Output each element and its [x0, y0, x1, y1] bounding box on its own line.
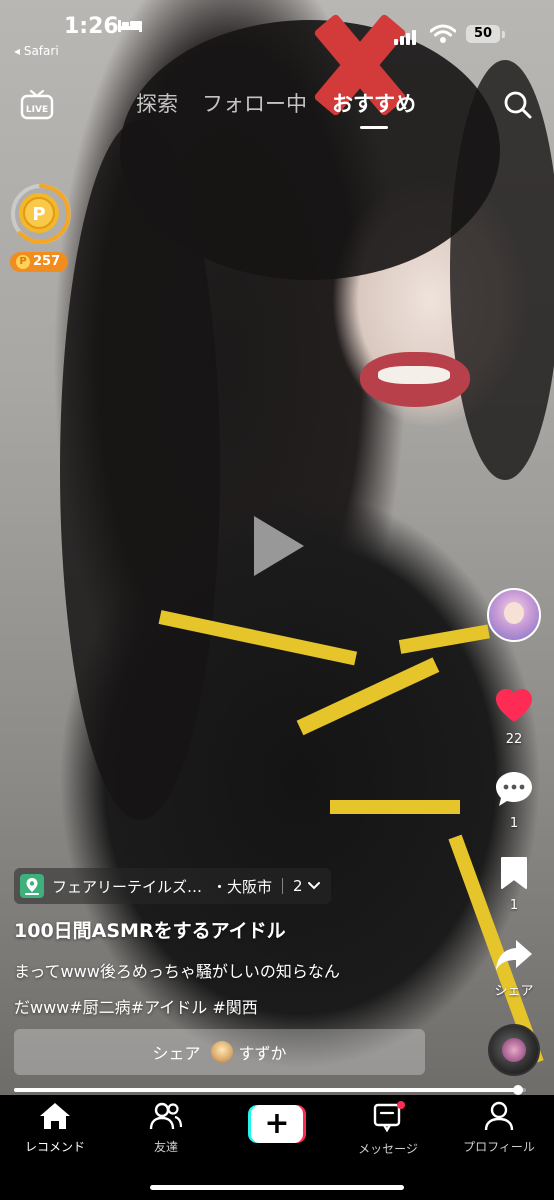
share-arrow-icon: [496, 940, 532, 970]
location-tag[interactable]: フェアリーテイルズ… ・大阪市 2: [14, 868, 331, 904]
profile-icon: [484, 1101, 514, 1131]
status-bar: 1:26 ◂ Safari 50: [0, 0, 554, 60]
coin-points: 257: [33, 254, 61, 269]
chevron-down-icon: [307, 882, 320, 890]
search-icon[interactable]: [503, 90, 533, 120]
friends-icon: [149, 1102, 183, 1130]
video-uniform-stripe: [330, 800, 460, 814]
caption-line[interactable]: だwww#厨二病#アイドル #関西: [14, 994, 258, 1018]
comment-button[interactable]: 1: [474, 770, 554, 831]
coin-symbol: P: [32, 204, 45, 225]
shared-by-bar[interactable]: シェア すずか: [14, 1029, 425, 1075]
inbox-icon: [373, 1101, 405, 1133]
nav-home-label: レコメンド: [24, 1140, 85, 1154]
tab-following[interactable]: フォロー中: [202, 88, 307, 118]
bookmark-count: 1: [509, 898, 519, 913]
sleep-focus-icon: [118, 20, 142, 32]
home-indicator: [150, 1185, 404, 1190]
home-icon: [40, 1103, 70, 1129]
create-button[interactable]: +: [248, 1105, 306, 1143]
back-to-safari-link[interactable]: ◂ Safari: [14, 44, 59, 58]
nav-profile[interactable]: プロフィール: [444, 1101, 554, 1155]
battery-tip: [502, 31, 505, 38]
location-place: フェアリーテイルズ…: [52, 877, 203, 896]
nav-profile-label: プロフィール: [463, 1140, 535, 1154]
nav-inbox[interactable]: メッセージ: [333, 1101, 443, 1157]
heart-icon: [496, 689, 532, 722]
video-uniform-stripe: [398, 624, 490, 654]
live-icon[interactable]: LIVE: [20, 88, 54, 122]
coin-badge-symbol: P: [16, 254, 30, 269]
wifi-icon: [430, 24, 456, 43]
avatar-face: [504, 602, 524, 624]
sharer-avatar: [210, 1041, 233, 1063]
nav-inbox-label: メッセージ: [358, 1142, 418, 1156]
comment-count: 1: [509, 816, 519, 831]
like-button[interactable]: 22: [474, 688, 554, 747]
top-nav: LIVE 探索 フォロー中 おすすめ: [0, 84, 554, 129]
music-disc-cover: [502, 1038, 526, 1062]
location-city: ・大阪市: [212, 877, 273, 896]
creator-avatar[interactable]: [487, 588, 541, 642]
notification-dot: [397, 1101, 405, 1109]
location-count: 2: [293, 877, 303, 895]
live-label: LIVE: [26, 105, 48, 115]
active-tab-indicator: [360, 126, 388, 129]
video-title[interactable]: 100日間ASMRをするアイドル: [14, 916, 286, 943]
location-divider: [282, 878, 284, 894]
video-teeth: [378, 366, 450, 384]
shared-by-label: シェア: [152, 1044, 201, 1063]
video-uniform-stripe: [296, 657, 440, 736]
map-pin-icon: [20, 874, 44, 898]
share-label: シェア: [494, 984, 534, 999]
battery-indicator: 50: [466, 25, 500, 43]
coin-points-badge: P 257: [10, 252, 69, 272]
bookmark-icon: [501, 857, 527, 889]
create-icon: +: [251, 1105, 303, 1143]
status-time: 1:26: [64, 14, 119, 39]
tab-explore[interactable]: 探索: [136, 88, 178, 118]
video-progress-bar[interactable]: [14, 1085, 526, 1095]
music-disc[interactable]: [488, 1024, 540, 1076]
coin-reward-button[interactable]: P: [10, 183, 72, 245]
caption-line[interactable]: まってwww後ろめっちゃ騒がしいの知らなん: [14, 958, 340, 982]
cellular-signal-icon: [394, 26, 418, 45]
nav-home[interactable]: レコメンド: [0, 1101, 110, 1155]
tab-for-you[interactable]: おすすめ: [332, 88, 416, 118]
sharer-name: すずか: [238, 1044, 287, 1063]
play-icon[interactable]: [248, 512, 308, 580]
progress-fill: [14, 1088, 519, 1092]
comment-icon: [496, 772, 532, 806]
like-count: 22: [505, 732, 523, 747]
share-button[interactable]: シェア: [474, 938, 554, 999]
coin-icon: P: [11, 184, 71, 244]
nav-friends[interactable]: 友達: [111, 1101, 221, 1155]
nav-friends-label: 友達: [153, 1140, 178, 1154]
bookmark-button[interactable]: 1: [474, 856, 554, 913]
